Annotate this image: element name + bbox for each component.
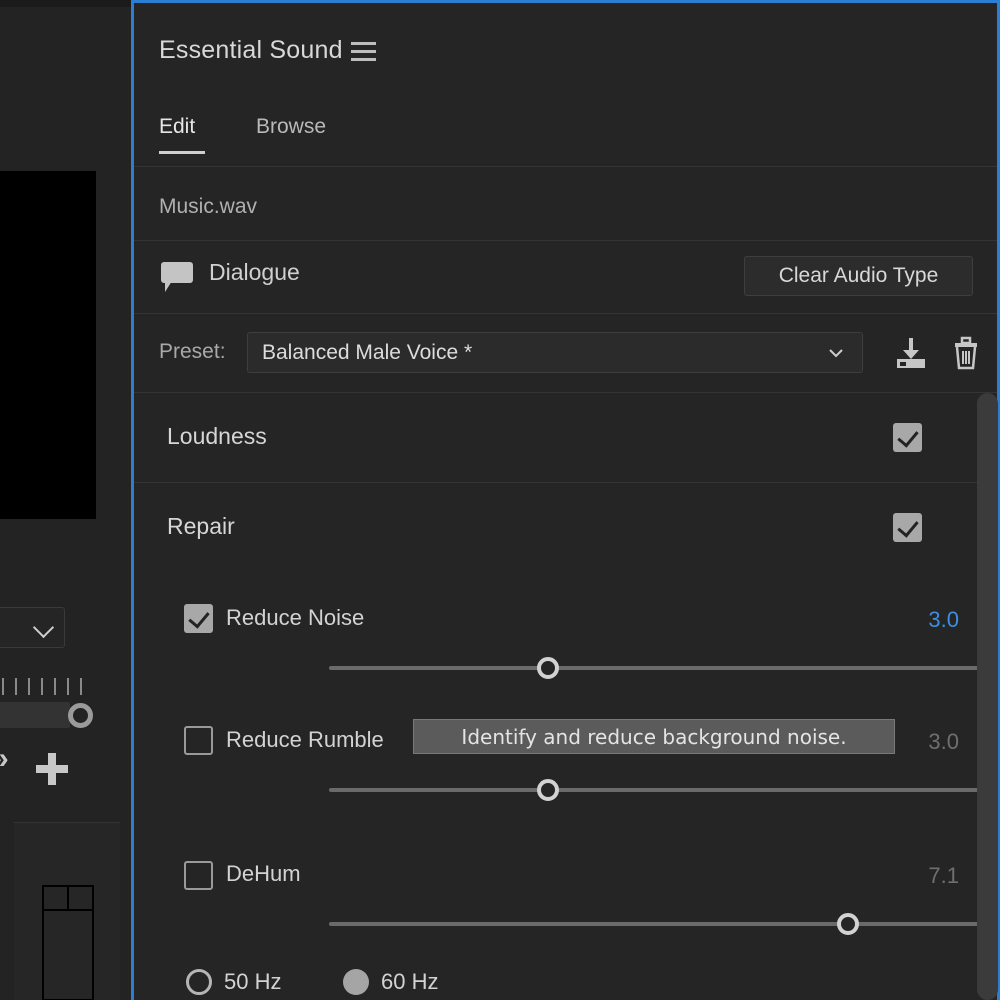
dehum-50hz-label[interactable]: 50 Hz [224, 969, 281, 995]
tooltip: Identify and reduce background noise. [413, 719, 895, 754]
chevron-down-icon [36, 620, 54, 638]
left-panel-slider-thumb[interactable] [68, 703, 93, 728]
reduce-rumble-slider[interactable] [329, 779, 997, 801]
app-window: » Essential Sound Edit Browse Music.wav [0, 0, 1000, 1000]
hamburger-menu-icon[interactable] [351, 42, 376, 61]
reduce-noise-slider[interactable] [329, 657, 997, 679]
dehum-value[interactable]: 7.1 [894, 863, 959, 889]
dehum-slider[interactable] [329, 913, 997, 935]
reduce-noise-slider-thumb[interactable] [537, 657, 559, 679]
chevron-down-icon [828, 345, 844, 361]
dehum-slider-thumb[interactable] [837, 913, 859, 935]
dehum-label: DeHum [226, 861, 301, 886]
audio-type-label: Dialogue [209, 259, 300, 285]
plus-icon[interactable] [36, 753, 68, 785]
section-repair[interactable]: Repair [134, 483, 997, 573]
page-title: Essential Sound [159, 36, 343, 64]
dehum-60hz-label[interactable]: 60 Hz [381, 969, 438, 995]
preset-row: Preset: Balanced Male Voice * [134, 314, 997, 392]
double-chevron-right-icon[interactable]: » [0, 742, 9, 776]
mixer-panel [14, 822, 120, 1000]
tab-browse[interactable]: Browse [256, 115, 326, 139]
tab-active-underline [159, 151, 205, 154]
preset-select[interactable]: Balanced Male Voice * [247, 332, 863, 373]
section-repair-title: Repair [167, 513, 235, 539]
trash-icon[interactable] [946, 333, 986, 373]
dialogue-speech-bubble-icon [161, 262, 193, 292]
reduce-rumble-checkbox[interactable] [184, 726, 213, 755]
left-panel-dropdown[interactable] [0, 607, 65, 648]
section-repair-checkbox[interactable] [893, 513, 922, 542]
reduce-rumble-label: Reduce Rumble [226, 727, 384, 752]
save-preset-icon[interactable] [891, 333, 931, 373]
top-bar-strip [0, 0, 131, 7]
dehum-60hz-radio[interactable] [343, 969, 369, 995]
video-preview-monitor[interactable] [0, 171, 96, 519]
reduce-noise-checkbox[interactable] [184, 604, 213, 633]
tab-edit[interactable]: Edit [159, 115, 195, 139]
audio-type-row: Dialogue Clear Audio Type [134, 241, 997, 313]
dehum-50hz-radio[interactable] [186, 969, 212, 995]
reduce-noise-value[interactable]: 3.0 [894, 607, 959, 633]
panel-scrollbar-thumb[interactable] [977, 393, 998, 1000]
mixer-channel-strip [42, 885, 94, 1000]
essential-sound-panel: Essential Sound Edit Browse Music.wav Di… [131, 0, 1000, 1000]
section-loudness[interactable]: Loudness [134, 393, 997, 483]
section-loudness-title: Loudness [167, 423, 267, 449]
reduce-rumble-value[interactable]: 3.0 [894, 729, 959, 755]
left-panel-slider-track[interactable] [0, 702, 70, 728]
selected-clip-name: Music.wav [159, 195, 258, 218]
reduce-noise-label: Reduce Noise [226, 605, 365, 630]
preset-selected-value: Balanced Male Voice * [262, 341, 473, 364]
reduce-rumble-slider-thumb[interactable] [537, 779, 559, 801]
tab-bar: Edit Browse [134, 115, 997, 167]
section-loudness-checkbox[interactable] [893, 423, 922, 452]
dehum-checkbox[interactable] [184, 861, 213, 890]
clear-audio-type-button[interactable]: Clear Audio Type [744, 256, 973, 296]
preset-label: Preset: [159, 340, 226, 363]
ruler-ticks [0, 678, 96, 696]
